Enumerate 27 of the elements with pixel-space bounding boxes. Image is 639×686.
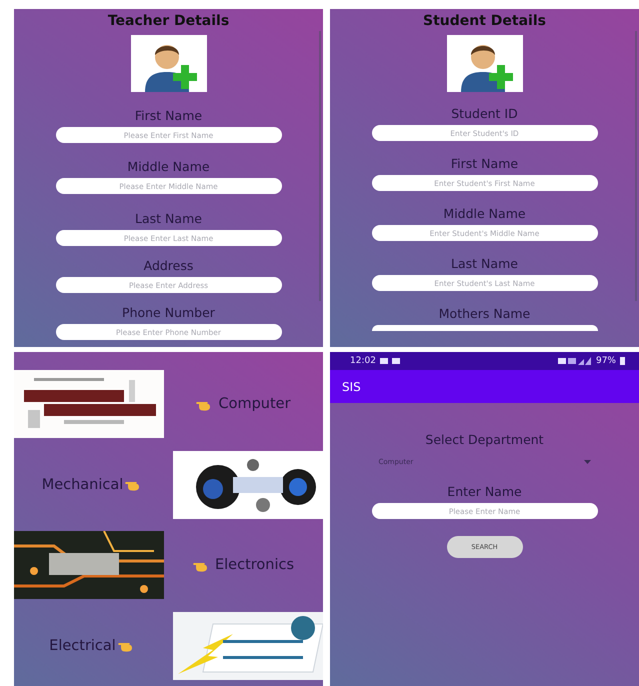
add-user-icon	[130, 35, 206, 92]
input-field[interactable]	[372, 325, 598, 331]
department-name[interactable]: Mechanical	[42, 476, 124, 493]
department-name[interactable]: Electrical	[49, 638, 116, 654]
department-name[interactable]: Electronics	[214, 557, 294, 574]
field-label: First Name	[134, 108, 202, 124]
field-label: Phone Number	[122, 305, 215, 321]
field-label: First Name	[450, 156, 518, 172]
department-name[interactable]: Computer	[218, 396, 291, 412]
field-label: Last Name	[451, 256, 518, 272]
battery-icon	[620, 357, 625, 365]
form-title: Teacher Details	[108, 13, 230, 29]
field-label: Select Department	[425, 432, 544, 448]
field-label: Middle Name	[127, 159, 210, 175]
field-label: Address	[144, 258, 194, 274]
field-label: Middle Name	[443, 206, 526, 222]
signal-icon	[558, 357, 592, 365]
field-label: Student ID	[451, 106, 518, 122]
battery-level: 97%	[596, 356, 616, 366]
field-label: Last Name	[135, 211, 202, 227]
field-label: Enter Name	[447, 484, 522, 500]
add-user-icon	[446, 35, 522, 92]
status-time: 12:02	[350, 356, 376, 366]
dropdown-caret-icon	[584, 460, 590, 464]
form-title: Student Details	[423, 13, 546, 29]
field-label: Mothers Name	[438, 306, 530, 322]
app-title: SIS	[342, 380, 361, 394]
